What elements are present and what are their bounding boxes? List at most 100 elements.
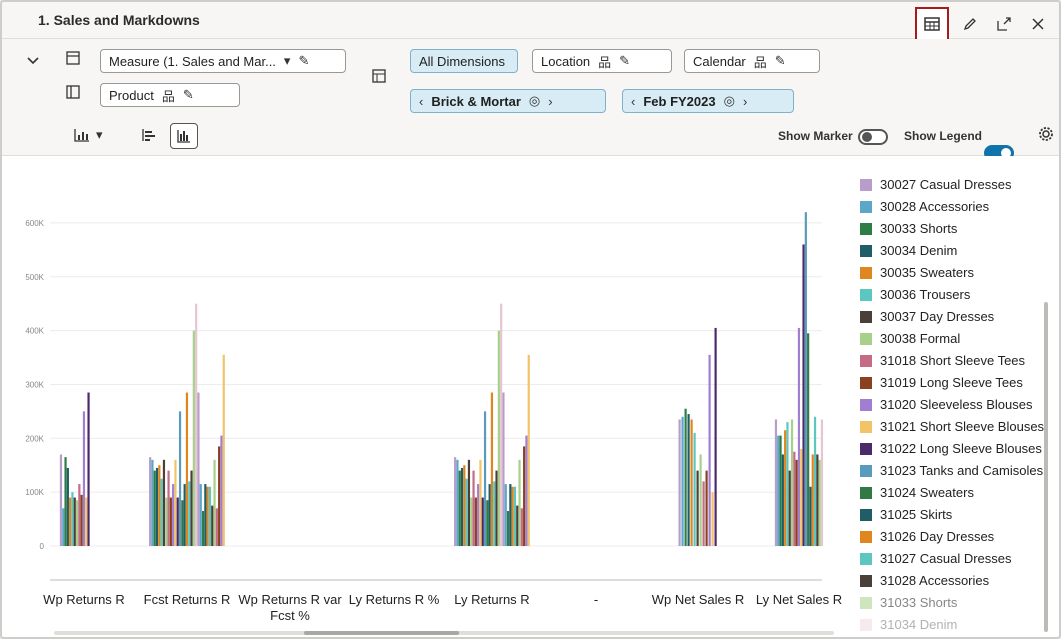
bar[interactable] — [493, 481, 496, 546]
bar[interactable] — [804, 212, 807, 546]
bar[interactable] — [788, 470, 791, 546]
legend-item[interactable]: 30034 Denim — [860, 243, 957, 258]
bar[interactable] — [190, 470, 193, 546]
bar[interactable] — [784, 430, 787, 546]
legend-item[interactable]: 31022 Long Sleeve Blouses — [860, 441, 1042, 456]
bar[interactable] — [151, 459, 154, 546]
bar[interactable] — [520, 508, 523, 546]
bar[interactable] — [809, 486, 812, 546]
bar[interactable] — [486, 500, 489, 546]
bar[interactable] — [525, 435, 528, 546]
bar[interactable] — [215, 508, 218, 546]
bar[interactable] — [208, 486, 212, 546]
bar[interactable] — [527, 354, 530, 546]
table-icon[interactable] — [915, 7, 949, 41]
bar[interactable] — [777, 435, 780, 546]
bar[interactable] — [69, 497, 72, 546]
legend-item[interactable]: 30036 Trousers — [860, 287, 970, 302]
legend-item[interactable]: 31027 Casual Dresses — [860, 551, 1012, 566]
legend-item[interactable]: 31024 Sweaters — [860, 485, 974, 500]
legend-item[interactable]: 31034 Denim — [860, 617, 957, 632]
pencil-icon[interactable] — [957, 11, 983, 37]
bar[interactable] — [693, 432, 696, 546]
legend-item[interactable]: 30038 Formal — [860, 331, 960, 346]
bar[interactable] — [795, 459, 798, 546]
bar[interactable] — [199, 484, 202, 546]
bar[interactable] — [690, 419, 693, 546]
bar[interactable] — [158, 465, 161, 546]
legend-item[interactable]: 31019 Long Sleeve Tees — [860, 375, 1023, 390]
legend-item[interactable]: 31028 Accessories — [860, 573, 989, 588]
legend-item[interactable]: 30033 Shorts — [860, 221, 957, 236]
bar[interactable] — [497, 330, 500, 546]
vertical-bars-icon[interactable] — [170, 123, 198, 149]
bar[interactable] — [509, 484, 512, 546]
chevron-left-icon[interactable]: ‹ — [419, 94, 423, 109]
bar[interactable] — [711, 492, 714, 546]
bar[interactable] — [816, 454, 819, 546]
pencil-icon[interactable]: ✎ — [619, 53, 630, 69]
bar[interactable] — [802, 244, 805, 546]
bar[interactable] — [479, 459, 482, 546]
legend-item[interactable]: 30027 Casual Dresses — [860, 177, 1012, 192]
location-selector[interactable]: Location 品 ✎ — [532, 49, 672, 73]
rows-layout-icon[interactable] — [66, 51, 80, 68]
pencil-icon[interactable]: ✎ — [775, 53, 786, 69]
bar[interactable] — [456, 459, 459, 546]
close-icon[interactable] — [1025, 11, 1051, 37]
show-marker-toggle[interactable] — [858, 129, 888, 145]
measure-selector[interactable]: Measure (1. Sales and Mar... ▾ ✎ — [100, 49, 346, 73]
bar[interactable] — [153, 470, 156, 546]
location-member-navigator[interactable]: ‹ Brick & Mortar ◎ › — [410, 89, 606, 113]
bar[interactable] — [467, 459, 471, 546]
legend-item[interactable]: 31025 Skirts — [860, 507, 952, 522]
bar[interactable] — [149, 457, 152, 546]
bar[interactable] — [465, 478, 468, 546]
bar[interactable] — [206, 486, 209, 546]
bar[interactable] — [73, 497, 76, 546]
bar[interactable] — [472, 470, 475, 546]
legend-item[interactable]: 31020 Sleeveless Blouses — [860, 397, 1033, 412]
chevron-down-icon[interactable] — [27, 53, 39, 68]
bar[interactable] — [169, 497, 172, 546]
bar[interactable] — [204, 484, 207, 546]
bar[interactable] — [160, 478, 163, 546]
bar[interactable] — [78, 484, 81, 546]
all-dimensions-button[interactable]: All Dimensions — [410, 49, 518, 73]
bar[interactable] — [678, 419, 681, 546]
bar[interactable] — [488, 484, 491, 546]
bar[interactable] — [820, 419, 824, 546]
expand-icon[interactable] — [991, 11, 1017, 37]
bar[interactable] — [87, 392, 90, 546]
bar[interactable] — [818, 459, 821, 546]
legend-item[interactable]: 30037 Day Dresses — [860, 309, 994, 324]
legend-item[interactable]: 30028 Accessories — [860, 199, 989, 214]
columns-layout-icon[interactable] — [66, 85, 80, 102]
bar[interactable] — [800, 449, 803, 546]
bar[interactable] — [502, 392, 505, 546]
legend-scrollbar[interactable] — [1044, 302, 1048, 632]
bar[interactable] — [71, 492, 74, 546]
bar[interactable] — [195, 303, 198, 546]
bar[interactable] — [178, 411, 182, 546]
bar[interactable] — [708, 354, 711, 546]
bar[interactable] — [813, 416, 817, 546]
bar[interactable] — [786, 422, 789, 546]
bar[interactable] — [714, 327, 717, 546]
bar[interactable] — [213, 459, 216, 546]
bar[interactable] — [687, 414, 690, 546]
pencil-icon[interactable]: ✎ — [298, 53, 309, 69]
bar[interactable] — [793, 451, 796, 546]
bar[interactable] — [684, 408, 687, 546]
bar[interactable] — [82, 411, 86, 546]
bar[interactable] — [460, 467, 464, 546]
bar[interactable] — [699, 454, 702, 546]
bar[interactable] — [481, 497, 484, 546]
bar[interactable] — [201, 511, 205, 546]
bar[interactable] — [176, 497, 179, 546]
bar[interactable] — [183, 484, 186, 546]
bar[interactable] — [500, 303, 503, 546]
legend-item[interactable]: 31026 Day Dresses — [860, 529, 994, 544]
bar[interactable] — [516, 505, 519, 546]
pivot-icon[interactable] — [372, 69, 386, 86]
